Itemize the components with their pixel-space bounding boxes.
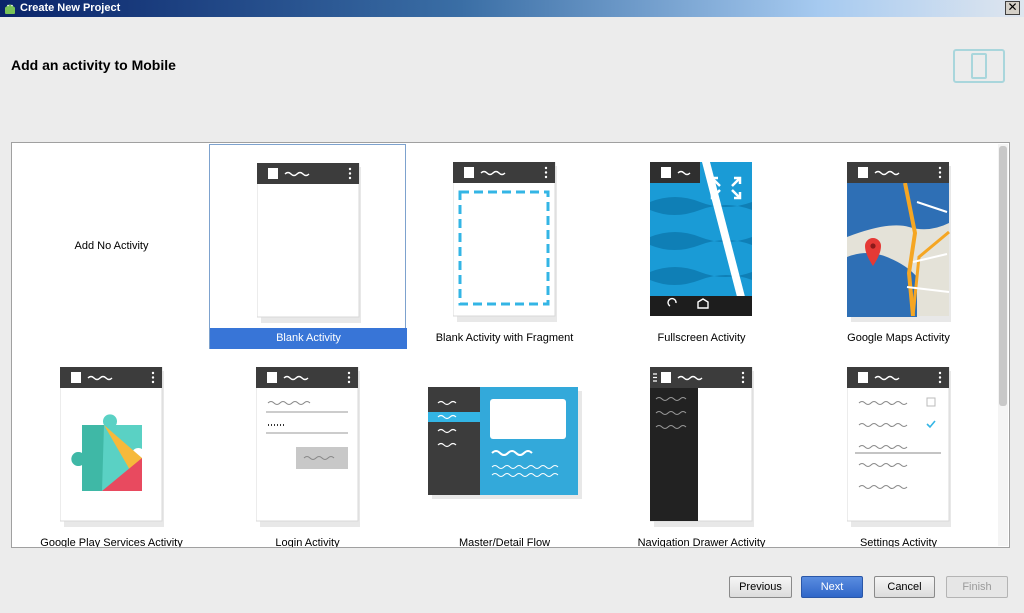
login-activity-thumbnail xyxy=(256,367,360,527)
window-title: Create New Project xyxy=(20,2,121,14)
close-icon: ✕ xyxy=(1007,0,1018,14)
settings-activity-thumbnail xyxy=(847,367,951,527)
next-button-label: Next xyxy=(820,581,844,593)
tile-label: Google Maps Activity xyxy=(847,332,950,344)
wizard-header: Add an activity to Mobile xyxy=(0,17,1024,142)
google-play-services-thumbnail xyxy=(60,367,164,527)
fullscreen-thumbnail xyxy=(650,162,752,316)
tile-login-activity[interactable]: Login Activity xyxy=(209,349,406,548)
tile-blank-activity-fragment[interactable]: Blank Activity with Fragment xyxy=(406,144,603,349)
tile-navigation-drawer-activity[interactable]: Navigation Drawer Activity xyxy=(603,349,800,548)
tile-label: Fullscreen Activity xyxy=(657,332,746,344)
tile-settings-activity[interactable]: Settings Activity xyxy=(800,349,997,548)
next-button[interactable]: Next xyxy=(801,576,863,598)
finish-button-label: Finish xyxy=(962,581,992,593)
close-window-button[interactable]: ✕ xyxy=(1005,1,1020,15)
gallery-scrollbar[interactable] xyxy=(998,144,1008,546)
window-title-bar: Create New Project ✕ xyxy=(0,0,1024,17)
tile-google-play-services-activity[interactable]: Google Play Services Activity xyxy=(13,349,210,548)
tile-label: Settings Activity xyxy=(859,537,938,548)
mobile-device-icon xyxy=(953,49,1005,83)
finish-button[interactable]: Finish xyxy=(946,576,1008,598)
tile-label: Google Play Services Activity xyxy=(40,537,183,548)
cancel-button[interactable]: Cancel xyxy=(874,576,935,598)
master-detail-thumbnail xyxy=(428,387,582,499)
scrollbar-thumb[interactable] xyxy=(999,146,1007,406)
tile-label: Blank Activity with Fragment xyxy=(435,332,574,344)
tile-label: Navigation Drawer Activity xyxy=(637,537,766,548)
blank-fragment-thumbnail xyxy=(453,162,557,322)
previous-button[interactable]: Previous xyxy=(729,576,792,598)
tile-label: Add No Activity xyxy=(74,240,149,252)
tile-master-detail-flow[interactable]: Master/Detail Flow xyxy=(406,349,603,548)
tile-label: Login Activity xyxy=(275,537,340,548)
tile-label: Master/Detail Flow xyxy=(458,537,551,548)
tile-label: Blank Activity xyxy=(210,328,407,349)
activity-gallery: Add No Activity Blank Activity Blank Act… xyxy=(11,142,1010,548)
tile-fullscreen-activity[interactable]: Fullscreen Activity xyxy=(603,144,800,349)
android-studio-icon xyxy=(5,4,15,14)
tile-blank-activity[interactable]: Blank Activity xyxy=(209,144,407,349)
tile-add-no-activity[interactable]: Add No Activity xyxy=(13,144,210,349)
cancel-button-label: Cancel xyxy=(887,581,922,593)
page-title: Add an activity to Mobile xyxy=(11,57,176,73)
google-maps-thumbnail xyxy=(847,162,951,322)
previous-button-label: Previous xyxy=(739,581,782,593)
navigation-drawer-thumbnail xyxy=(650,367,754,527)
tile-google-maps-activity[interactable]: Google Maps Activity xyxy=(800,144,997,349)
blank-activity-thumbnail xyxy=(257,163,361,323)
